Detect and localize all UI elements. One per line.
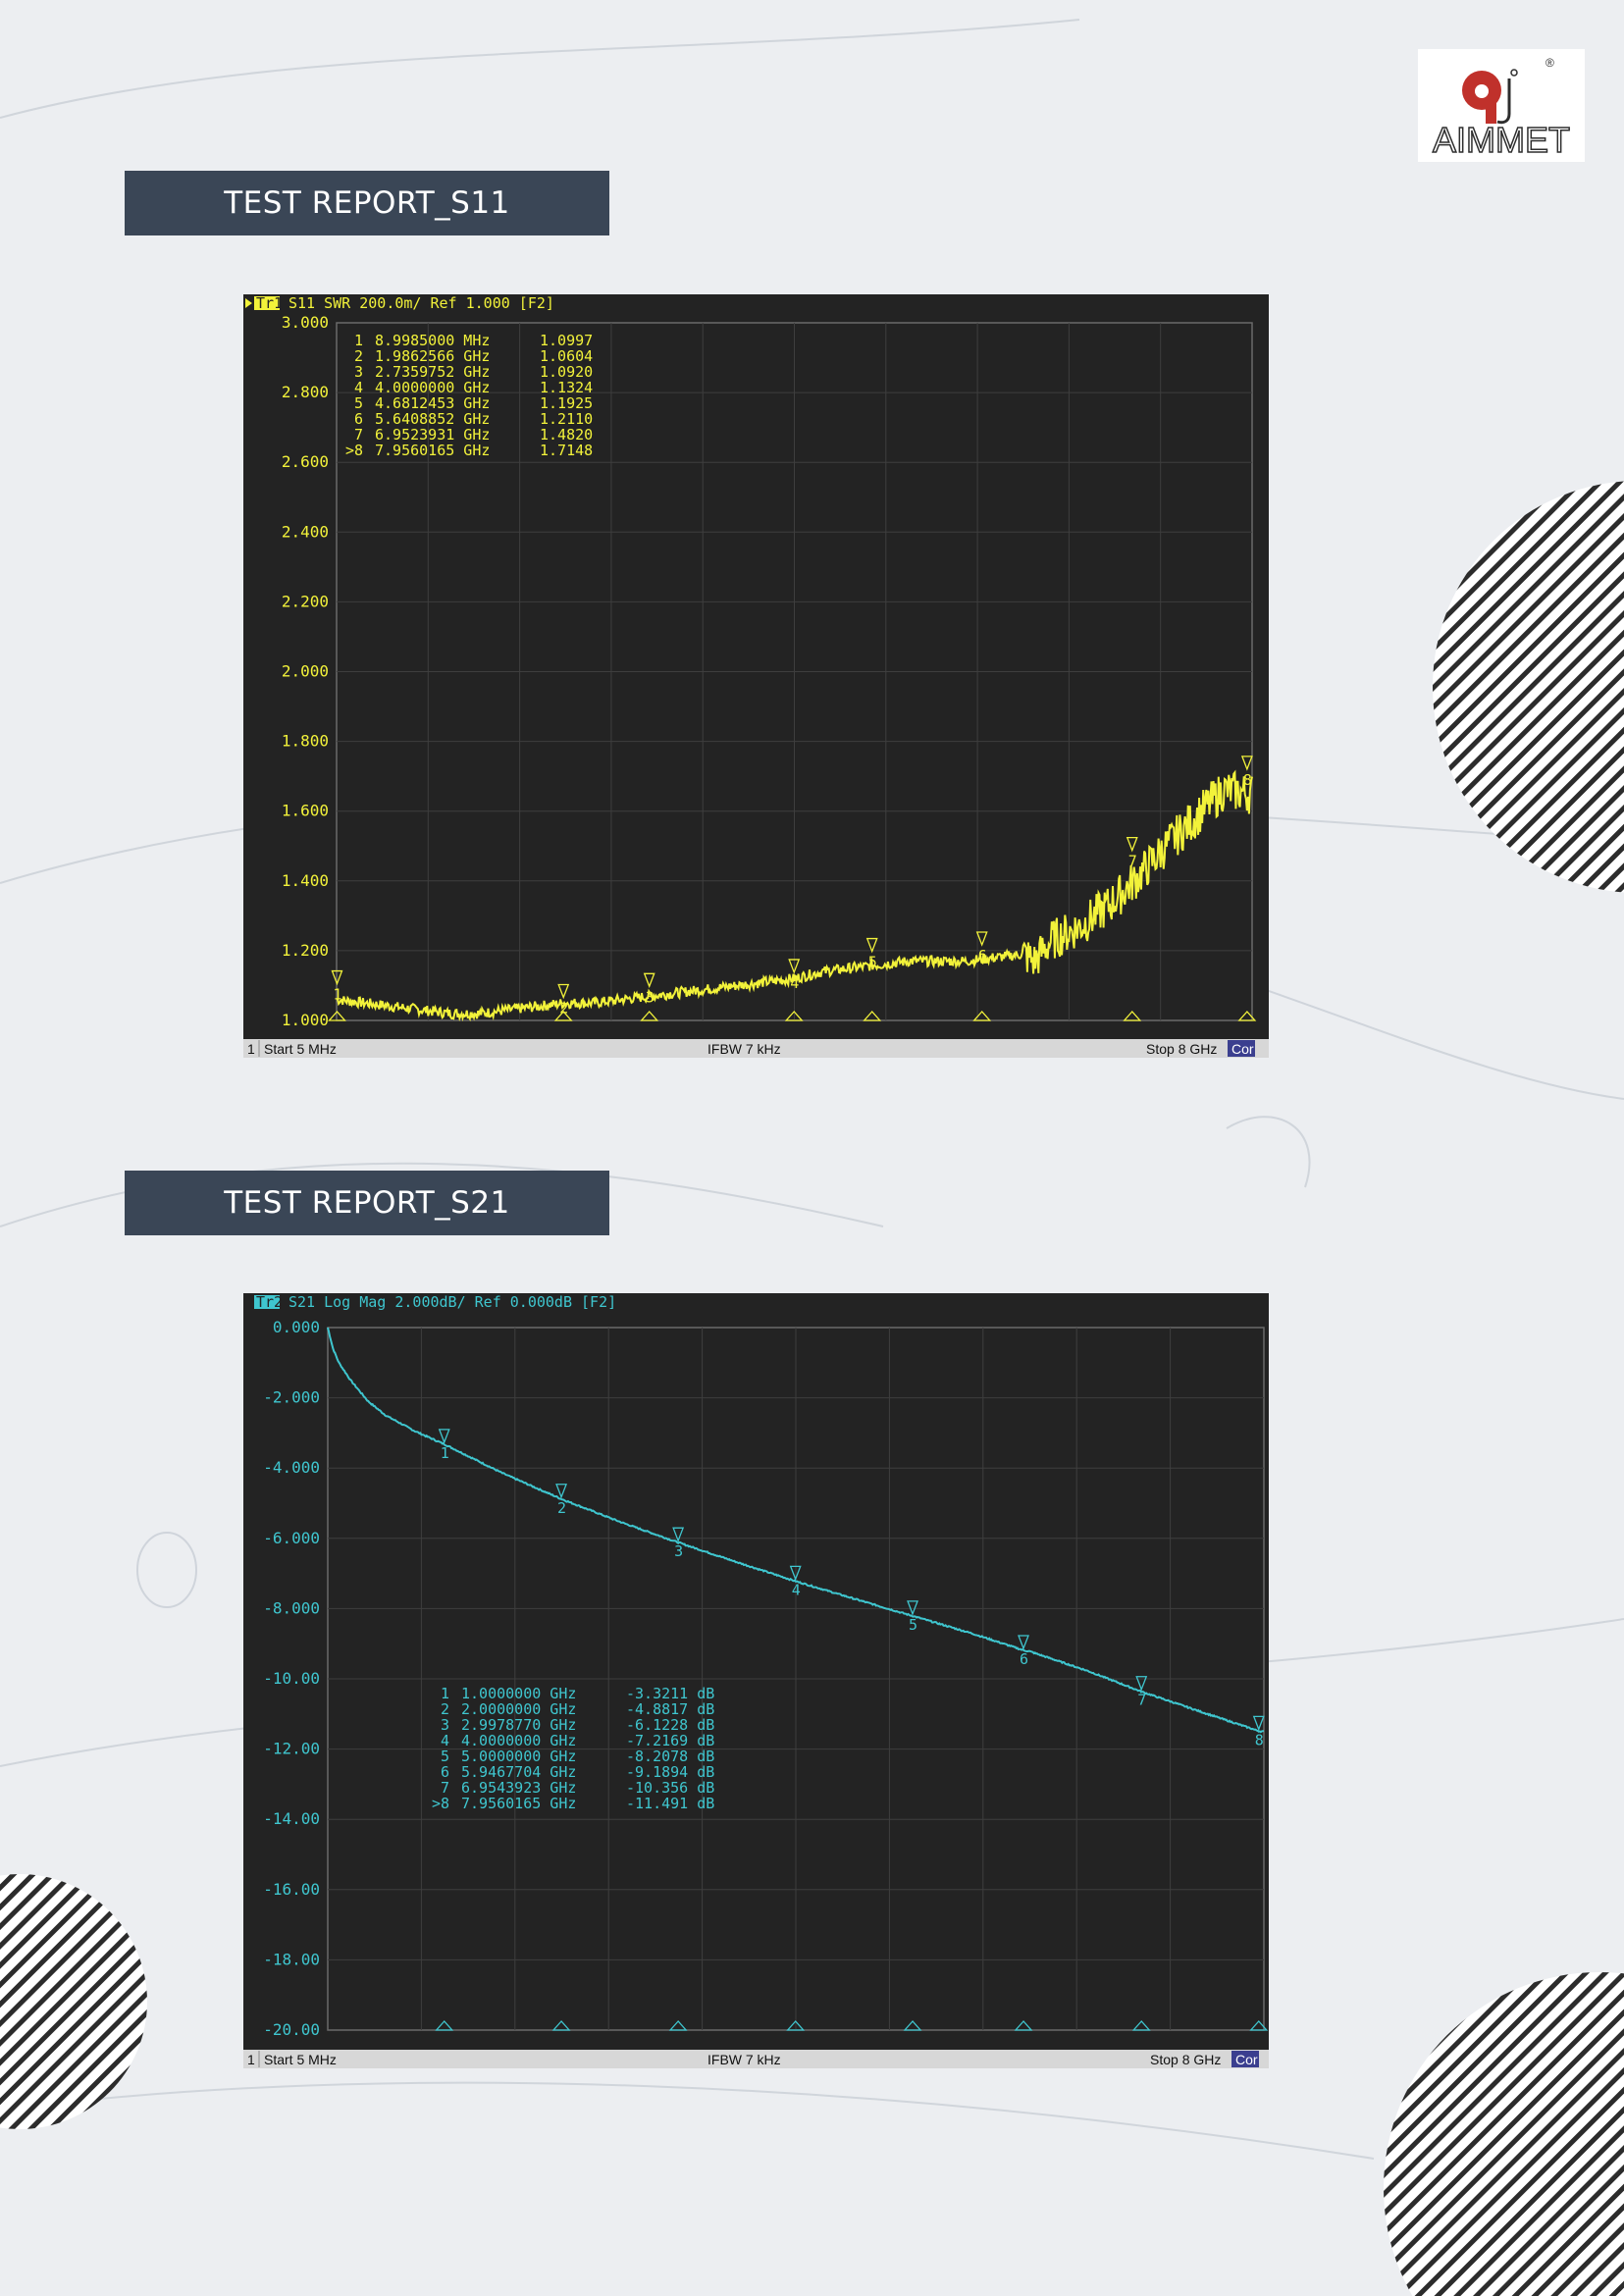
y-tick-label: -8.000	[263, 1598, 320, 1617]
y-tick-label: -18.00	[263, 1950, 320, 1968]
status-cor-label: Cor	[1231, 1041, 1254, 1057]
status-stop-frequency[interactable]: Stop 8 GHz	[1150, 2052, 1221, 2067]
marker-7-label: 7	[1128, 853, 1137, 870]
y-tick-label: -6.000	[263, 1529, 320, 1547]
y-tick-label: 1.000	[282, 1011, 329, 1029]
y-tick-label: 1.800	[282, 732, 329, 751]
y-tick-label: 2.600	[282, 452, 329, 471]
marker-1-label: 1	[441, 1444, 449, 1462]
s11-chart: 3.000 2.800 2.600 2.400 2.200 2.000 1.800 1.600…	[243, 294, 1269, 1058]
marker-2-label: 2	[557, 1499, 566, 1517]
section-heading-s11: TEST REPORT_S11	[125, 171, 609, 235]
trace-header: S11 SWR 200.0m/ Ref 1.000 [F2]	[288, 294, 554, 312]
s21-chart: 0.000 -2.000 -4.000 -6.000 -8.000 -10.00 -12.0…	[243, 1293, 1269, 2068]
y-tick-label: 1.400	[282, 871, 329, 890]
marker-1-label: 1	[333, 986, 341, 1004]
logo-wordmark: AIMMET	[1433, 120, 1570, 160]
marker-table-id: >8	[432, 1795, 449, 1812]
marker-8-label: 8	[1255, 1731, 1264, 1748]
status-ifbw[interactable]: IFBW 7 kHz	[707, 1041, 781, 1057]
marker-8-label: 8	[1243, 771, 1252, 789]
y-tick-label: -2.000	[263, 1388, 320, 1407]
marker-5-label: 5	[909, 1616, 917, 1634]
status-cor-label: Cor	[1235, 2052, 1258, 2067]
marker-table-frequency: 7.9560165 GHz	[375, 442, 490, 459]
marker-table-id: >8	[345, 442, 363, 459]
status-ifbw[interactable]: IFBW 7 kHz	[707, 2052, 781, 2067]
y-tick-label: -20.00	[263, 2020, 320, 2039]
status-channel: 1	[247, 2052, 255, 2067]
y-tick-label: 2.000	[282, 662, 329, 681]
y-tick-label: 3.000	[282, 313, 329, 332]
marker-7-label: 7	[1137, 1692, 1146, 1709]
marker-5-label: 5	[868, 954, 877, 971]
y-tick-label: 2.800	[282, 383, 329, 401]
y-tick-label: 2.400	[282, 522, 329, 541]
y-tick-label: 0.000	[273, 1318, 320, 1336]
y-tick-label: -14.00	[263, 1809, 320, 1828]
trace-tag-label: Tr2	[256, 1293, 283, 1311]
marker-4-label: 4	[792, 1581, 801, 1598]
marker-6-label: 6	[978, 947, 987, 965]
y-tick-label: -10.00	[263, 1669, 320, 1688]
y-tick-label: 1.600	[282, 802, 329, 820]
marker-6-label: 6	[1020, 1650, 1028, 1668]
marker-3-label: 3	[674, 1542, 683, 1560]
analyzer-screen-s21: 0.000 -2.000 -4.000 -6.000 -8.000 -10.00 -12.0…	[243, 1293, 1269, 2068]
trace-tag-label: Tr1	[256, 294, 283, 312]
logo-registered-mark: ®	[1545, 56, 1554, 70]
marker-3-label: 3	[646, 988, 655, 1006]
status-channel: 1	[247, 1041, 255, 1057]
analyzer-screen-s11: 3.000 2.800 2.600 2.400 2.200 2.000 1.800 1.600…	[243, 294, 1269, 1058]
marker-table-value: -11.491 dB	[626, 1795, 714, 1812]
section-heading-s21: TEST REPORT_S21	[125, 1171, 609, 1235]
y-tick-label: -12.00	[263, 1740, 320, 1758]
y-tick-label: 1.200	[282, 941, 329, 960]
aimmet-logo: ® AIMMET	[1413, 49, 1590, 167]
status-start-frequency[interactable]: Start 5 MHz	[264, 1041, 337, 1057]
status-start-frequency[interactable]: Start 5 MHz	[264, 2052, 337, 2067]
y-tick-label: 2.200	[282, 592, 329, 610]
y-tick-label: -16.00	[263, 1880, 320, 1899]
trace-header: S21 Log Mag 2.000dB/ Ref 0.000dB [F2]	[288, 1293, 616, 1311]
y-tick-label: -4.000	[263, 1458, 320, 1477]
marker-table-frequency: 7.9560165 GHz	[461, 1795, 576, 1812]
status-stop-frequency[interactable]: Stop 8 GHz	[1146, 1041, 1217, 1057]
marker-table-value: 1.7148	[540, 442, 593, 459]
marker-4-label: 4	[790, 974, 799, 992]
